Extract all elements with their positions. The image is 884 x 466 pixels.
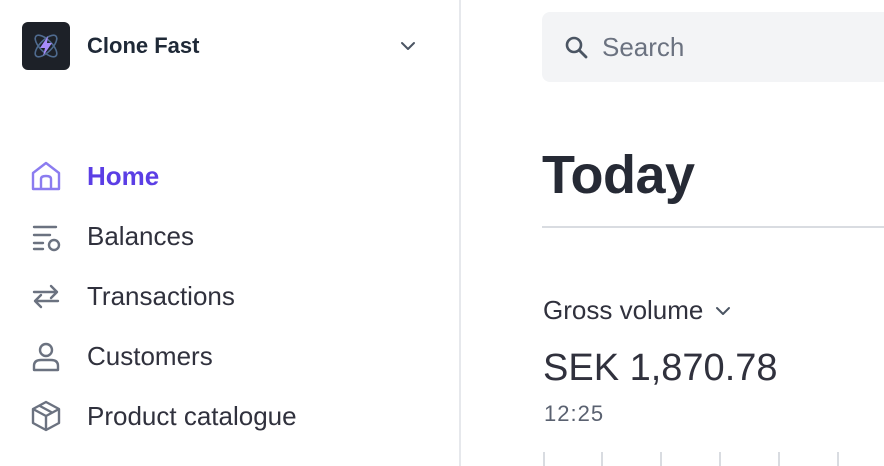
home-icon	[26, 156, 66, 196]
sidebar-item-label: Home	[87, 160, 160, 191]
page-title: Today	[542, 145, 695, 205]
lightning-atom-icon	[34, 34, 58, 58]
chart-gridline	[837, 452, 839, 466]
chart-gridline	[543, 452, 545, 466]
customers-icon	[26, 336, 66, 376]
transactions-icon	[26, 276, 66, 316]
sidebar-item-balances[interactable]: Balances	[26, 206, 436, 266]
chevron-down-icon	[715, 301, 735, 321]
metric-value: SEK 1,870.78	[543, 347, 778, 389]
sidebar-item-label: Customers	[87, 340, 213, 371]
sidebar-item-home[interactable]: Home	[26, 146, 436, 206]
sidebar-item-customers[interactable]: Customers	[26, 326, 436, 386]
main-content: Today Gross volume SEK 1,870.78 12:25	[463, 0, 884, 466]
balances-icon	[26, 216, 66, 256]
chart-gridline	[719, 452, 721, 466]
account-switcher[interactable]: Clone Fast	[22, 22, 418, 70]
account-logo	[22, 22, 70, 70]
sidebar: Clone Fast Home Balances Transactions Cu…	[0, 0, 461, 466]
chart-gridlines	[543, 452, 884, 466]
sidebar-item-label: Transactions	[87, 280, 235, 311]
search-bar[interactable]	[542, 12, 884, 82]
account-name: Clone Fast	[87, 33, 200, 58]
product-box-icon	[26, 396, 66, 436]
chart-gridline	[660, 452, 662, 466]
search-icon	[565, 36, 588, 59]
sidebar-item-transactions[interactable]: Transactions	[26, 266, 436, 326]
sidebar-nav: Home Balances Transactions Customers Pro…	[26, 146, 436, 446]
chart-gridline	[601, 452, 603, 466]
metric-selector[interactable]: Gross volume	[543, 295, 735, 326]
sidebar-item-product-catalogue[interactable]: Product catalogue	[26, 386, 436, 446]
metric-time: 12:25	[544, 401, 605, 426]
search-input[interactable]	[602, 31, 862, 63]
sidebar-item-label: Product catalogue	[87, 400, 297, 431]
chevron-down-icon[interactable]	[398, 36, 418, 56]
chart-gridline	[778, 452, 780, 466]
title-divider	[542, 226, 884, 228]
metric-label: Gross volume	[543, 295, 704, 325]
sidebar-item-label: Balances	[87, 220, 194, 251]
